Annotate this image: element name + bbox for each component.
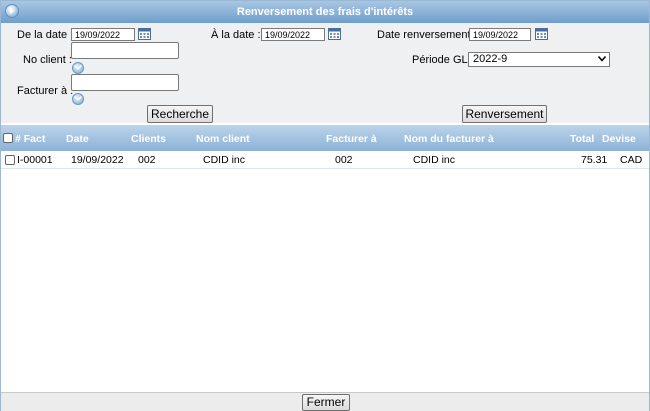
de-la-date-label: De la date :	[17, 29, 74, 41]
no-client-input[interactable]	[71, 42, 179, 59]
fermer-button[interactable]: Fermer	[302, 394, 350, 411]
a-la-date-label: À la date :	[211, 29, 261, 41]
col-fact[interactable]: # Fact	[15, 133, 45, 145]
select-all-checkbox[interactable]	[3, 133, 13, 143]
col-facturer-a[interactable]: Facturer à	[326, 133, 377, 145]
chevron-down-icon	[598, 56, 606, 62]
col-nom-client[interactable]: Nom client	[196, 133, 250, 145]
circle-arrow-icon[interactable]	[5, 4, 19, 18]
chevron-down-icon[interactable]	[72, 93, 84, 105]
chevron-down-icon[interactable]	[72, 62, 84, 74]
calendar-icon[interactable]	[138, 28, 151, 40]
recherche-button[interactable]: Recherche	[147, 105, 213, 123]
cell-client: 002	[138, 154, 156, 166]
grid-header: # Fact Date Clients Nom client Facturer …	[1, 125, 649, 151]
title-bar: Renversement des frais d'intérêts	[1, 1, 649, 23]
cell-nom-facturer-a: CDID inc	[413, 154, 456, 166]
row-checkbox[interactable]	[5, 155, 15, 165]
cell-date: 19/09/2022	[71, 154, 124, 166]
cell-fact: I-00001	[17, 154, 53, 166]
cell-facturer-a: 002	[335, 154, 353, 166]
de-la-date-input[interactable]	[71, 28, 135, 41]
cell-total: 75.31	[581, 154, 608, 166]
col-clients[interactable]: Clients	[131, 133, 166, 145]
cell-devise: CAD	[620, 154, 643, 166]
renversement-button[interactable]: Renversement	[462, 105, 547, 123]
search-form: De la date : À la date : Date renverseme…	[1, 23, 649, 123]
date-renversement-label: Date renversement :	[377, 29, 477, 41]
periode-gl-select[interactable]: 2022-9	[468, 52, 610, 67]
dialog-window: Renversement des frais d'intérêts De la …	[0, 0, 650, 411]
col-date[interactable]: Date	[66, 133, 89, 145]
date-renversement-input[interactable]	[469, 28, 531, 41]
calendar-icon[interactable]	[535, 28, 548, 40]
col-nom-facturer-a[interactable]: Nom du facturer à	[404, 133, 494, 145]
footer-bar: Fermer	[1, 392, 649, 411]
facturer-a-label: Facturer à :	[17, 85, 74, 97]
calendar-icon[interactable]	[328, 28, 341, 40]
window-title: Renversement des frais d'intérêts	[236, 6, 414, 18]
col-total[interactable]: Total	[570, 133, 594, 145]
no-client-label: No client :	[23, 54, 72, 66]
a-la-date-input[interactable]	[261, 28, 325, 41]
table-row[interactable]: I-00001 19/09/2022 002 CDID inc 002 CDID…	[1, 152, 649, 169]
col-devise[interactable]: Devise	[602, 133, 636, 145]
periode-gl-value: 2022-9	[473, 53, 508, 65]
periode-gl-label: Période GL :	[412, 54, 474, 66]
facturer-a-input[interactable]	[71, 74, 179, 91]
cell-nom-client: CDID inc	[203, 154, 246, 166]
